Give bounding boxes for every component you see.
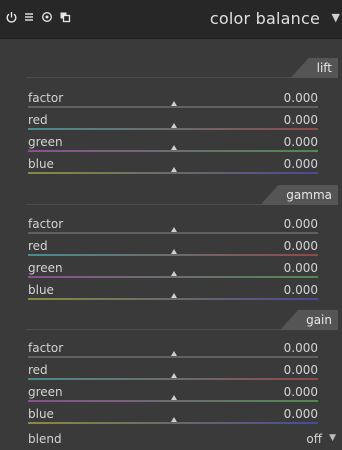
slider-label: factor [28, 91, 64, 105]
slider-track[interactable] [28, 298, 318, 300]
slider-track[interactable] [28, 422, 318, 424]
slider-label: red [28, 113, 48, 127]
gain-red-slider[interactable]: red 0.000 [28, 360, 318, 382]
gain-green-slider[interactable]: green 0.000 [28, 382, 318, 404]
blend-mode-combobox[interactable]: blend off ▼ [28, 430, 338, 448]
section-label-gamma: gamma [260, 185, 338, 205]
slider-marker-icon[interactable] [171, 227, 177, 232]
reset-icon[interactable] [40, 11, 54, 25]
slider-label: red [28, 239, 48, 253]
power-icon[interactable] [4, 11, 18, 25]
slider-value: 0.000 [283, 113, 318, 127]
slider-label: green [28, 135, 63, 149]
slider-value: 0.000 [283, 283, 318, 297]
lift-green-slider[interactable]: green 0.000 [28, 132, 318, 154]
slider-label: blue [28, 283, 54, 297]
slider-track[interactable] [28, 378, 318, 380]
gamma-blue-slider[interactable]: blue 0.000 [28, 280, 318, 302]
gain-factor-slider[interactable]: factor 0.000 [28, 338, 318, 360]
slider-marker-icon[interactable] [171, 167, 177, 172]
slider-value: 0.000 [283, 239, 318, 253]
slider-value: 0.000 [283, 157, 318, 171]
slider-marker-icon[interactable] [171, 417, 177, 422]
slider-track[interactable] [28, 106, 318, 108]
slider-marker-icon[interactable] [171, 123, 177, 128]
lift-blue-slider[interactable]: blue 0.000 [28, 154, 318, 176]
slider-track[interactable] [28, 276, 318, 278]
slider-label: red [28, 363, 48, 377]
slider-track[interactable] [28, 356, 318, 358]
slider-value: 0.000 [283, 363, 318, 377]
gamma-red-slider[interactable]: red 0.000 [28, 236, 318, 258]
slider-value: 0.000 [283, 261, 318, 275]
slider-track[interactable] [28, 150, 318, 152]
duplicate-icon[interactable] [58, 11, 72, 25]
slider-marker-icon[interactable] [171, 351, 177, 356]
slider-value: 0.000 [283, 135, 318, 149]
slider-label: blue [28, 157, 54, 171]
gamma-green-slider[interactable]: green 0.000 [28, 258, 318, 280]
slider-label: green [28, 385, 63, 399]
blend-value: off [306, 432, 322, 446]
slider-marker-icon[interactable] [171, 101, 177, 106]
presets-menu-icon[interactable] [22, 11, 36, 25]
slider-track[interactable] [28, 128, 318, 130]
slider-label: blue [28, 407, 54, 421]
gamma-factor-slider[interactable]: factor 0.000 [28, 214, 318, 236]
slider-label: factor [28, 341, 64, 355]
lift-red-slider[interactable]: red 0.000 [28, 110, 318, 132]
slider-marker-icon[interactable] [171, 271, 177, 276]
blend-label: blend [28, 432, 62, 446]
gain-blue-slider[interactable]: blue 0.000 [28, 404, 318, 426]
slider-track[interactable] [28, 254, 318, 256]
section-label-gain: gain [280, 310, 338, 330]
slider-value: 0.000 [283, 341, 318, 355]
slider-value: 0.000 [283, 385, 318, 399]
slider-track[interactable] [28, 172, 318, 174]
chevron-down-icon[interactable]: ▼ [329, 433, 336, 443]
slider-track[interactable] [28, 400, 318, 402]
module-title: color balance [209, 9, 320, 28]
slider-value: 0.000 [283, 217, 318, 231]
section-label-lift: lift [290, 58, 338, 78]
chevron-down-icon[interactable]: ▼ [332, 11, 340, 24]
slider-track[interactable] [28, 232, 318, 234]
slider-marker-icon[interactable] [171, 293, 177, 298]
slider-value: 0.000 [283, 91, 318, 105]
slider-label: green [28, 261, 63, 275]
lift-factor-slider[interactable]: factor 0.000 [28, 88, 318, 110]
slider-value: 0.000 [283, 407, 318, 421]
slider-marker-icon[interactable] [171, 249, 177, 254]
slider-label: factor [28, 217, 64, 231]
color-balance-module: color balance ▼ lift factor 0.000 red 0.… [0, 0, 342, 450]
slider-marker-icon[interactable] [171, 145, 177, 150]
slider-marker-icon[interactable] [171, 373, 177, 378]
slider-marker-icon[interactable] [171, 395, 177, 400]
module-header[interactable]: color balance ▼ [0, 0, 342, 39]
